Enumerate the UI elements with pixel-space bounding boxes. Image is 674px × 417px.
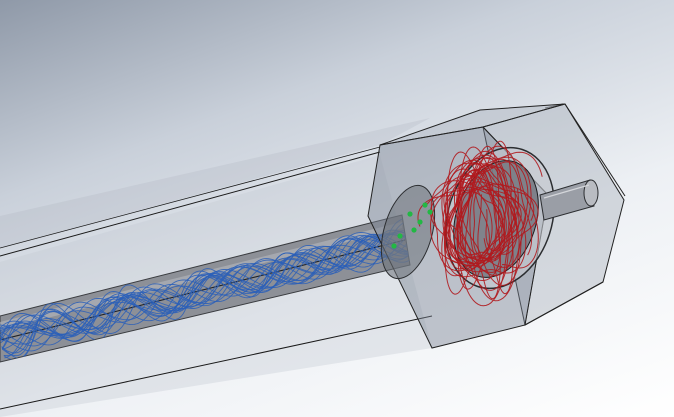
particle-marker [391,243,397,249]
particle-marker [422,202,428,208]
model-graphics[interactable] [0,0,674,417]
particle-marker [397,233,403,239]
shaft-end [583,179,599,207]
particle-marker [411,227,417,233]
particle-marker [427,209,433,215]
3d-viewport[interactable] [0,0,674,417]
particle-marker [417,219,423,225]
particle-marker [407,211,413,217]
